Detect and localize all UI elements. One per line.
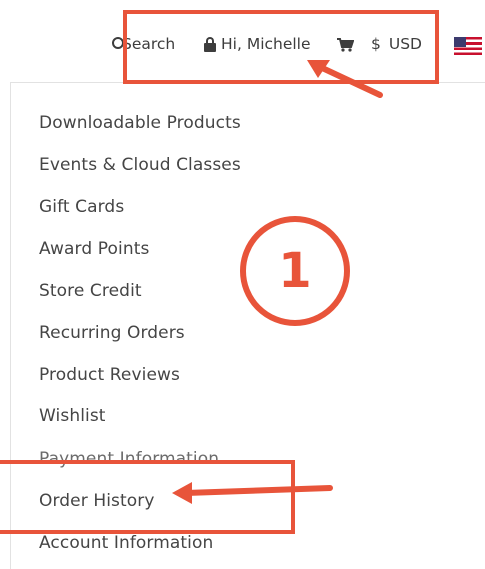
annotation-arrowhead-order-history: [172, 482, 192, 504]
annotation-arrow-header: [315, 63, 383, 98]
annotation-arrow-order-history: [183, 485, 333, 496]
annotation-arrows: [172, 60, 383, 504]
